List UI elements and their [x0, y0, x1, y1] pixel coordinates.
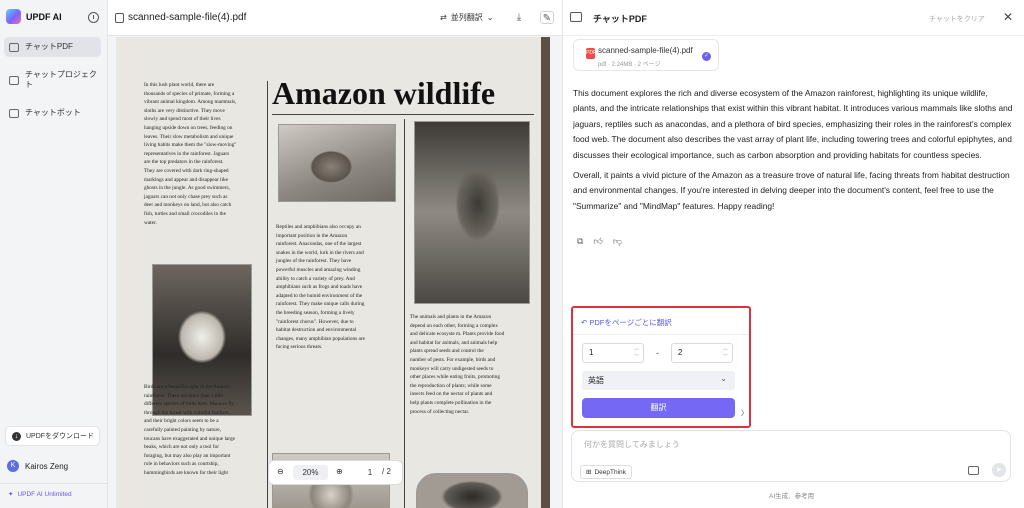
translate-panel-title[interactable]: ↶ PDFをページごとに翻訳	[581, 317, 672, 328]
summary-paragraph: Overall, it paints a vivid picture of th…	[573, 170, 1010, 211]
download-icon[interactable]: ⤓	[512, 11, 526, 24]
send-button[interactable]: ➤	[992, 463, 1006, 477]
file-card-meta: pdf · 2.24MB · 2 ページ	[598, 62, 661, 68]
message-actions: ⧉ 👍︎ 👎︎	[577, 236, 622, 247]
translate-panel-title-text: PDFをページごとに翻訳	[589, 318, 672, 327]
zoom-toolbar: ⊖ 20% ⊕ 1 / 2	[268, 460, 403, 485]
copy-icon[interactable]: ⧉	[577, 236, 583, 247]
deepthink-icon: ⊞	[586, 469, 592, 476]
sparkle-icon: ✦	[8, 491, 14, 498]
language-select[interactable]: 英語 ⌄	[582, 371, 735, 390]
sidebar-item-chat-bot[interactable]: チャットボット	[4, 103, 101, 123]
divider	[573, 334, 749, 335]
download-label: UPDFをダウンロード	[26, 433, 95, 440]
headline-rule	[272, 114, 534, 115]
history-icon[interactable]	[88, 12, 99, 23]
check-icon: ✓	[702, 52, 711, 61]
translate-label: 並列翻訳	[450, 13, 483, 22]
document-header: scanned-sample-file(4).pdf ⇄ 並列翻訳 ⌄ ⤓ ✎	[108, 0, 562, 36]
chevron-down-icon: ⌄	[486, 13, 494, 22]
cursor-icon: 〉	[741, 410, 748, 417]
sidebar-item-label: チャットPDF	[25, 42, 73, 51]
sidebar-item-label: チャットプロジェクト	[25, 70, 97, 89]
deepthink-label: DeepThink	[594, 468, 626, 476]
download-icon: ↓	[12, 431, 21, 441]
close-icon[interactable]: ✕	[1003, 10, 1013, 24]
page-number-input[interactable]: 1	[359, 465, 381, 480]
chat-input[interactable]: 何かを質問してみましょう ⊞ DeepThink ➤	[571, 430, 1011, 482]
app-window: UPDF AI チャットPDF チャットプロジェクト チャットボット ↓ UPD…	[0, 0, 1024, 508]
stepper-icon[interactable]: ︿ ﹀	[723, 345, 728, 361]
translate-button[interactable]: 翻訳	[582, 398, 735, 418]
from-page-value: 1	[589, 348, 594, 357]
clear-chat-button[interactable]: チャットをクリア	[929, 14, 985, 24]
translate-icon: ⇄	[440, 13, 447, 22]
unlimited-label: UPDF AI Unlimited	[17, 490, 72, 498]
pdf-page: In this lush plant world, there are thou…	[116, 37, 541, 508]
chat-input-placeholder: 何かを質問してみましょう	[584, 440, 680, 449]
column-rule	[267, 81, 268, 508]
article-column-3: The animals and plants in the Amazon dep…	[410, 314, 505, 415]
language-value: 英語	[588, 376, 604, 385]
user-name: Kairos Zeng	[25, 461, 69, 471]
ai-chat-icon[interactable]: ✎	[540, 11, 554, 24]
translate-pages-panel: ↶ PDFをページごとに翻訳 1 ︿ ﹀ - 2 ︿ ﹀ 英語 ⌄ 翻訳	[571, 306, 751, 428]
file-card-name: scanned-sample-file(4).pdf	[598, 46, 693, 55]
brand: UPDF AI	[6, 9, 62, 24]
chat-pdf-icon	[9, 42, 19, 52]
unlimited-link[interactable]: ✦ UPDF AI Unlimited	[8, 490, 72, 499]
animal-photo	[416, 473, 528, 508]
download-updf-button[interactable]: ↓ UPDFをダウンロード	[5, 426, 100, 446]
chevron-down-icon: ⌄	[720, 374, 727, 383]
sidebar-item-chat-pdf[interactable]: チャットPDF	[4, 37, 101, 57]
to-page-input[interactable]: 2 ︿ ﹀	[671, 343, 733, 363]
column-rule	[404, 119, 405, 508]
stepper-icon[interactable]: ︿ ﹀	[634, 345, 639, 361]
document-pane: scanned-sample-file(4).pdf ⇄ 並列翻訳 ⌄ ⤓ ✎ …	[108, 0, 562, 508]
file-icon	[115, 13, 124, 23]
article-column-2: Reptiles and amphibians also occupy an i…	[276, 224, 365, 351]
range-separator: -	[656, 348, 659, 358]
chat-pane: チャットPDF チャットをクリア ✕ PDF scanned-sample-fi…	[562, 0, 1024, 508]
article-headline: Amazon wildlife	[272, 75, 496, 111]
owl-photo	[278, 124, 396, 202]
chat-title: チャットPDF	[593, 14, 647, 24]
summary-paragraph: This document explores the rich and dive…	[573, 88, 1013, 160]
parallel-translate-button[interactable]: ⇄ 並列翻訳 ⌄	[440, 12, 493, 23]
panel-toggle-icon[interactable]	[570, 12, 582, 22]
file-name: scanned-sample-file(4).pdf	[128, 12, 247, 23]
sidebar: UPDF AI チャットPDF チャットプロジェクト チャットボット ↓ UPD…	[0, 0, 108, 508]
article-column-1-bottom: Birds are a beautiful sight in the Amazo…	[144, 384, 235, 476]
chat-header: チャットPDF チャットをクリア ✕	[563, 0, 1024, 36]
zoom-in-icon[interactable]: ⊕	[336, 467, 343, 476]
sidebar-item-chat-project[interactable]: チャットプロジェクト	[4, 67, 101, 93]
article-column-1-top: In this lush plant world, there are thou…	[144, 82, 237, 226]
avatar: K	[7, 460, 19, 472]
sidebar-item-label: チャットボット	[25, 108, 81, 117]
pdf-file-icon: PDF	[586, 48, 596, 59]
brand-name: UPDF AI	[26, 11, 62, 22]
frog-photo	[414, 121, 530, 304]
deepthink-toggle[interactable]: ⊞ DeepThink	[580, 465, 632, 479]
image-upload-icon[interactable]	[968, 466, 979, 475]
thumbs-up-icon[interactable]: 👍︎	[593, 236, 602, 247]
attached-file-card[interactable]: PDF scanned-sample-file(4).pdf pdf · 2.2…	[573, 39, 719, 71]
to-page-value: 2	[678, 348, 683, 357]
zoom-out-icon[interactable]: ⊖	[277, 467, 284, 476]
ai-summary-message: This document explores the rich and dive…	[573, 86, 1013, 219]
divider	[0, 483, 108, 484]
page-total: / 2	[382, 467, 391, 476]
folder-icon	[9, 75, 19, 85]
thumbs-down-icon[interactable]: 👎︎	[613, 236, 622, 247]
ai-disclaimer: AI生成、参考用	[769, 493, 815, 500]
zoom-level[interactable]: 20%	[293, 465, 328, 480]
from-page-input[interactable]: 1 ︿ ﹀	[582, 343, 644, 363]
user-profile[interactable]: K Kairos Zeng	[7, 460, 68, 472]
updf-logo-icon	[6, 9, 21, 24]
bot-icon	[9, 108, 19, 118]
